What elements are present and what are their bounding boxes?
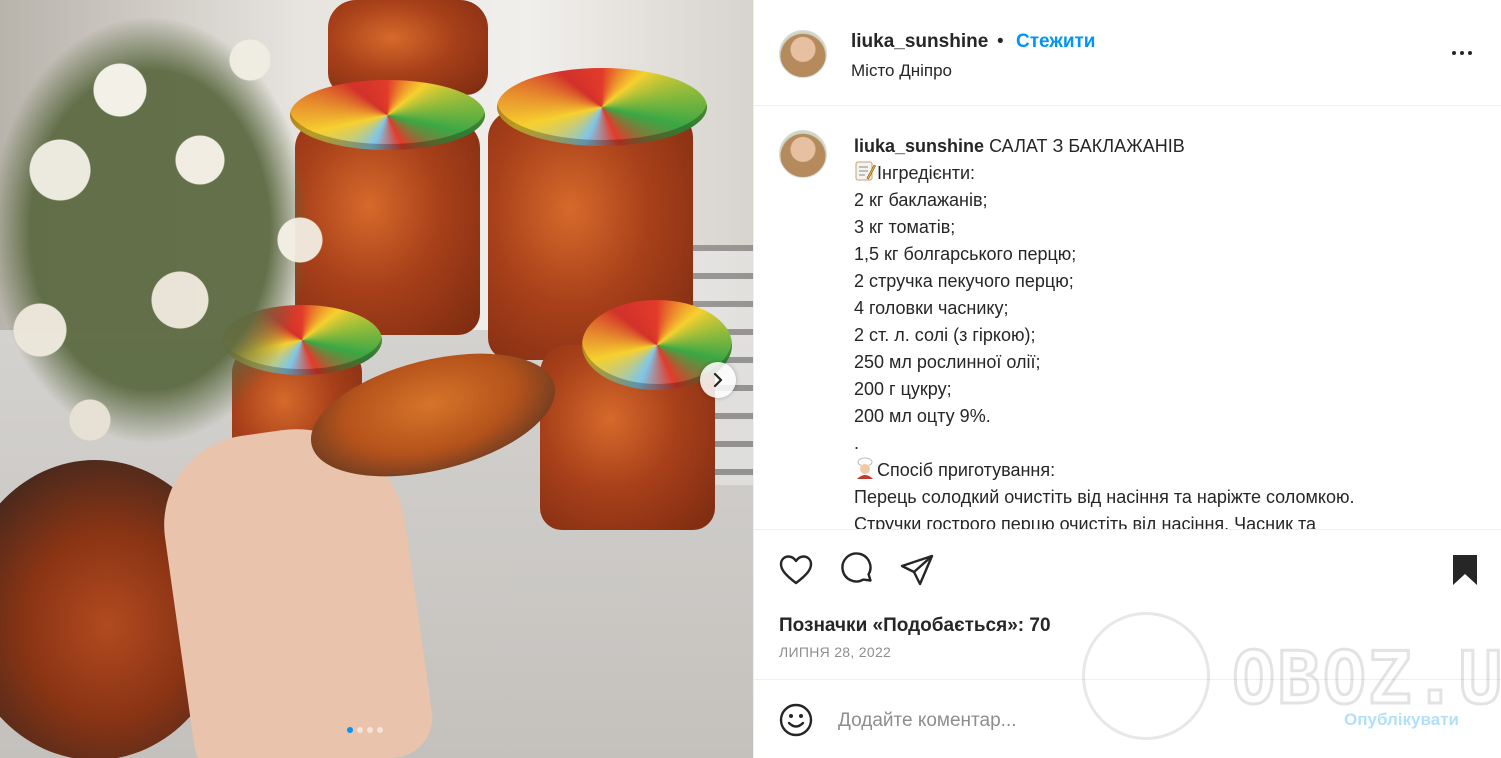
caption-author-avatar[interactable] (779, 130, 827, 178)
likes-count[interactable]: Позначки «Подобається»: 70 (779, 615, 1051, 637)
author-username[interactable]: liuka_sunshine (851, 31, 988, 53)
ingredient-item: 200 мл оцту 9%. (854, 406, 991, 426)
comment-box: Опублікувати (754, 679, 1501, 758)
method-line: Перець солодкий очистіть від насіння та … (854, 487, 1355, 507)
method-line: Стручки гострого перцю очистіть від насі… (854, 514, 1317, 529)
method-header: Спосіб приготування: (877, 460, 1056, 480)
ingredient-item: 2 кг баклажанів; (854, 190, 988, 210)
post-photo[interactable] (0, 0, 753, 758)
ingredient-item: 2 стручка пекучого перцю; (854, 271, 1074, 291)
carousel-dot (357, 727, 363, 733)
header-separator: • (997, 31, 1004, 52)
caption-username[interactable]: liuka_sunshine (854, 136, 984, 156)
post-date[interactable]: ЛИПНЯ 28, 2022 (779, 644, 891, 660)
ingredient-item: 3 кг томатів; (854, 217, 956, 237)
post-actions: Позначки «Подобається»: 70 ЛИПНЯ 28, 202… (754, 529, 1501, 679)
memo-icon (855, 161, 876, 181)
publish-button[interactable]: Опублікувати (1344, 710, 1459, 730)
ingredients-header-line: Інгредієнти: (854, 160, 1484, 187)
post-caption: liuka_sunshine САЛАТ З БАКЛАЖАНІВ Інгред… (854, 133, 1484, 529)
post-side-panel: liuka_sunshine • Стежити Місто Дніпро li… (753, 0, 1501, 758)
method-header-line: Спосіб приготування: (854, 457, 1484, 484)
more-horizontal-icon[interactable] (1450, 41, 1474, 65)
follow-button[interactable]: Стежити (1016, 31, 1095, 53)
emoji-icon[interactable] (778, 702, 814, 738)
caption-title-line: liuka_sunshine САЛАТ З БАКЛАЖАНІВ (854, 133, 1484, 160)
carousel-dot (377, 727, 383, 733)
caption-scroll-area[interactable]: liuka_sunshine САЛАТ З БАКЛАЖАНІВ Інгред… (754, 107, 1501, 529)
comment-input[interactable] (838, 706, 1308, 736)
caption-title: САЛАТ З БАКЛАЖАНІВ (989, 136, 1185, 156)
caption-dot-line: . (854, 433, 860, 453)
carousel-indicator (347, 727, 383, 733)
ingredient-item: 2 ст. л. солі (з гіркою); (854, 325, 1036, 345)
carousel-dot (367, 727, 373, 733)
ingredient-item: 200 г цукру; (854, 379, 952, 399)
comment-icon[interactable] (839, 552, 875, 588)
author-avatar[interactable] (779, 30, 827, 78)
chevron-right-icon (713, 372, 723, 388)
post-header: liuka_sunshine • Стежити Місто Дніпро (754, 0, 1501, 106)
carousel-dot-active (347, 727, 353, 733)
flowers-bouquet (0, 0, 330, 470)
jar-lid (497, 68, 707, 146)
ingredients-header: Інгредієнти: (877, 163, 976, 183)
carousel-next-button[interactable] (700, 362, 736, 398)
share-icon[interactable] (899, 552, 935, 588)
cook-icon (857, 457, 873, 479)
heart-icon[interactable] (778, 552, 814, 588)
bookmark-icon[interactable] (1447, 552, 1483, 588)
ingredient-item: 4 головки часнику; (854, 298, 1009, 318)
ingredient-item: 250 мл рослинної олії; (854, 352, 1041, 372)
post-location[interactable]: Місто Дніпро (851, 61, 952, 81)
ingredient-item: 1,5 кг болгарського перцю; (854, 244, 1077, 264)
